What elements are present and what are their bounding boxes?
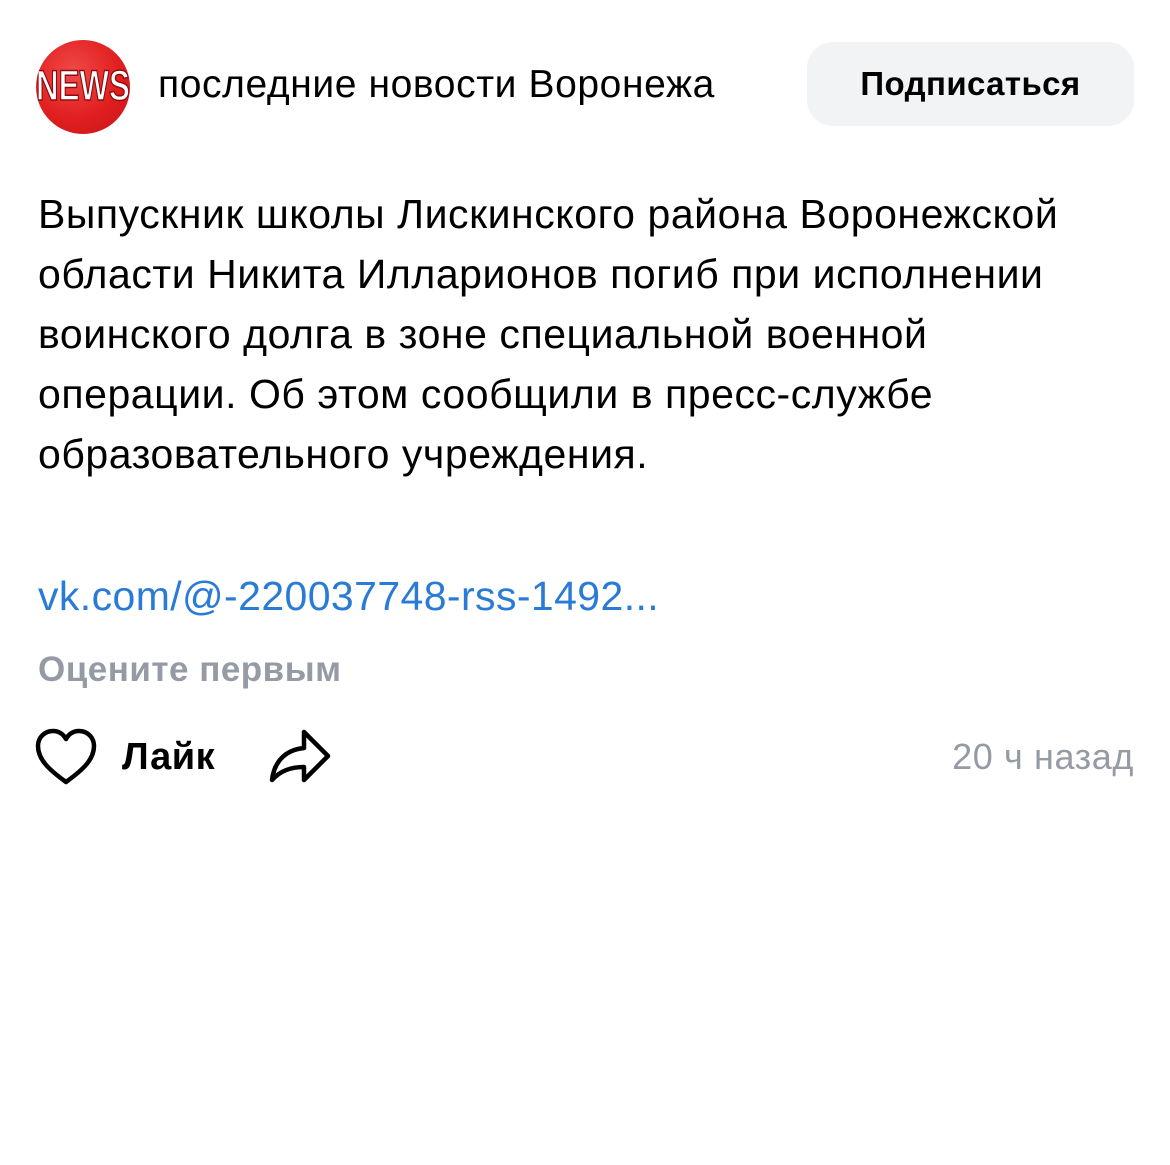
rate-first-prompt: Оцените первым xyxy=(38,650,342,689)
share-button[interactable] xyxy=(266,726,334,786)
news-logo-text: NEWS xyxy=(36,61,130,109)
like-label: Лайк xyxy=(122,735,216,778)
post-timestamp: 20 ч назад xyxy=(952,736,1134,777)
heart-icon xyxy=(35,728,97,785)
group-avatar[interactable]: NEWS xyxy=(36,40,130,134)
like-button[interactable]: Лайк xyxy=(34,724,215,790)
group-name-fade xyxy=(736,58,796,112)
subscribe-button[interactable]: Подписаться xyxy=(807,42,1134,126)
group-name[interactable]: последние новости Воронежа xyxy=(158,62,778,108)
post-link[interactable]: vk.com/@-220037748-rss-1492... xyxy=(38,566,659,626)
news-logo-icon: NEWS xyxy=(36,61,130,110)
share-arrow-icon xyxy=(269,729,331,783)
post-text: Выпускник школы Лискинского района Ворон… xyxy=(38,191,1059,477)
post-card: NEWS последние новости Воронежа Подписат… xyxy=(0,0,1170,1165)
post-header: NEWS последние новости Воронежа Подписат… xyxy=(36,40,1134,134)
